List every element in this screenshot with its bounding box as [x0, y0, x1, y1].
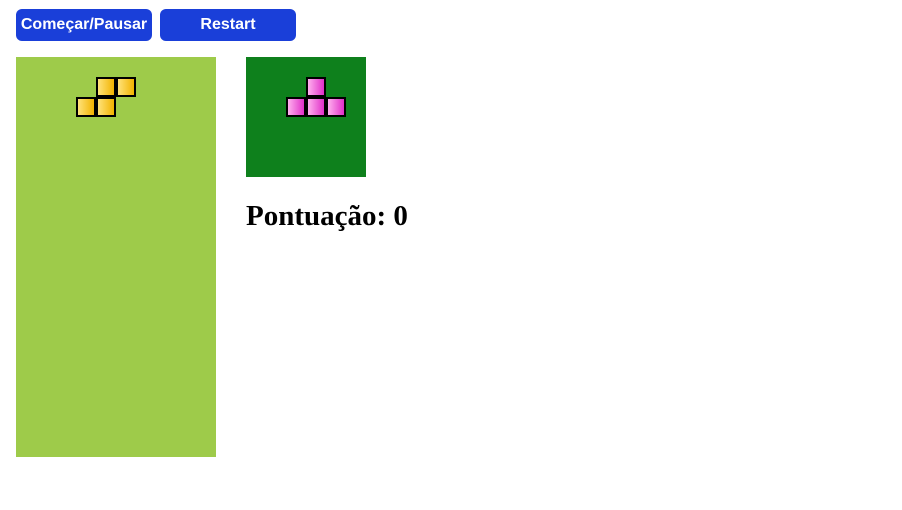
falling-block: [76, 97, 96, 117]
restart-button[interactable]: Restart: [160, 9, 296, 41]
game-board: [16, 57, 216, 457]
start-pause-button[interactable]: Começar/Pausar: [16, 9, 152, 41]
next-block: [286, 97, 306, 117]
next-block: [306, 97, 326, 117]
score-display: Pontuação: 0: [246, 200, 408, 232]
falling-block: [96, 97, 116, 117]
next-block: [326, 97, 346, 117]
toolbar: Começar/Pausar Restart: [16, 9, 296, 41]
falling-block: [96, 77, 116, 97]
falling-block: [116, 77, 136, 97]
next-piece-preview: [246, 57, 366, 177]
next-block: [306, 77, 326, 97]
